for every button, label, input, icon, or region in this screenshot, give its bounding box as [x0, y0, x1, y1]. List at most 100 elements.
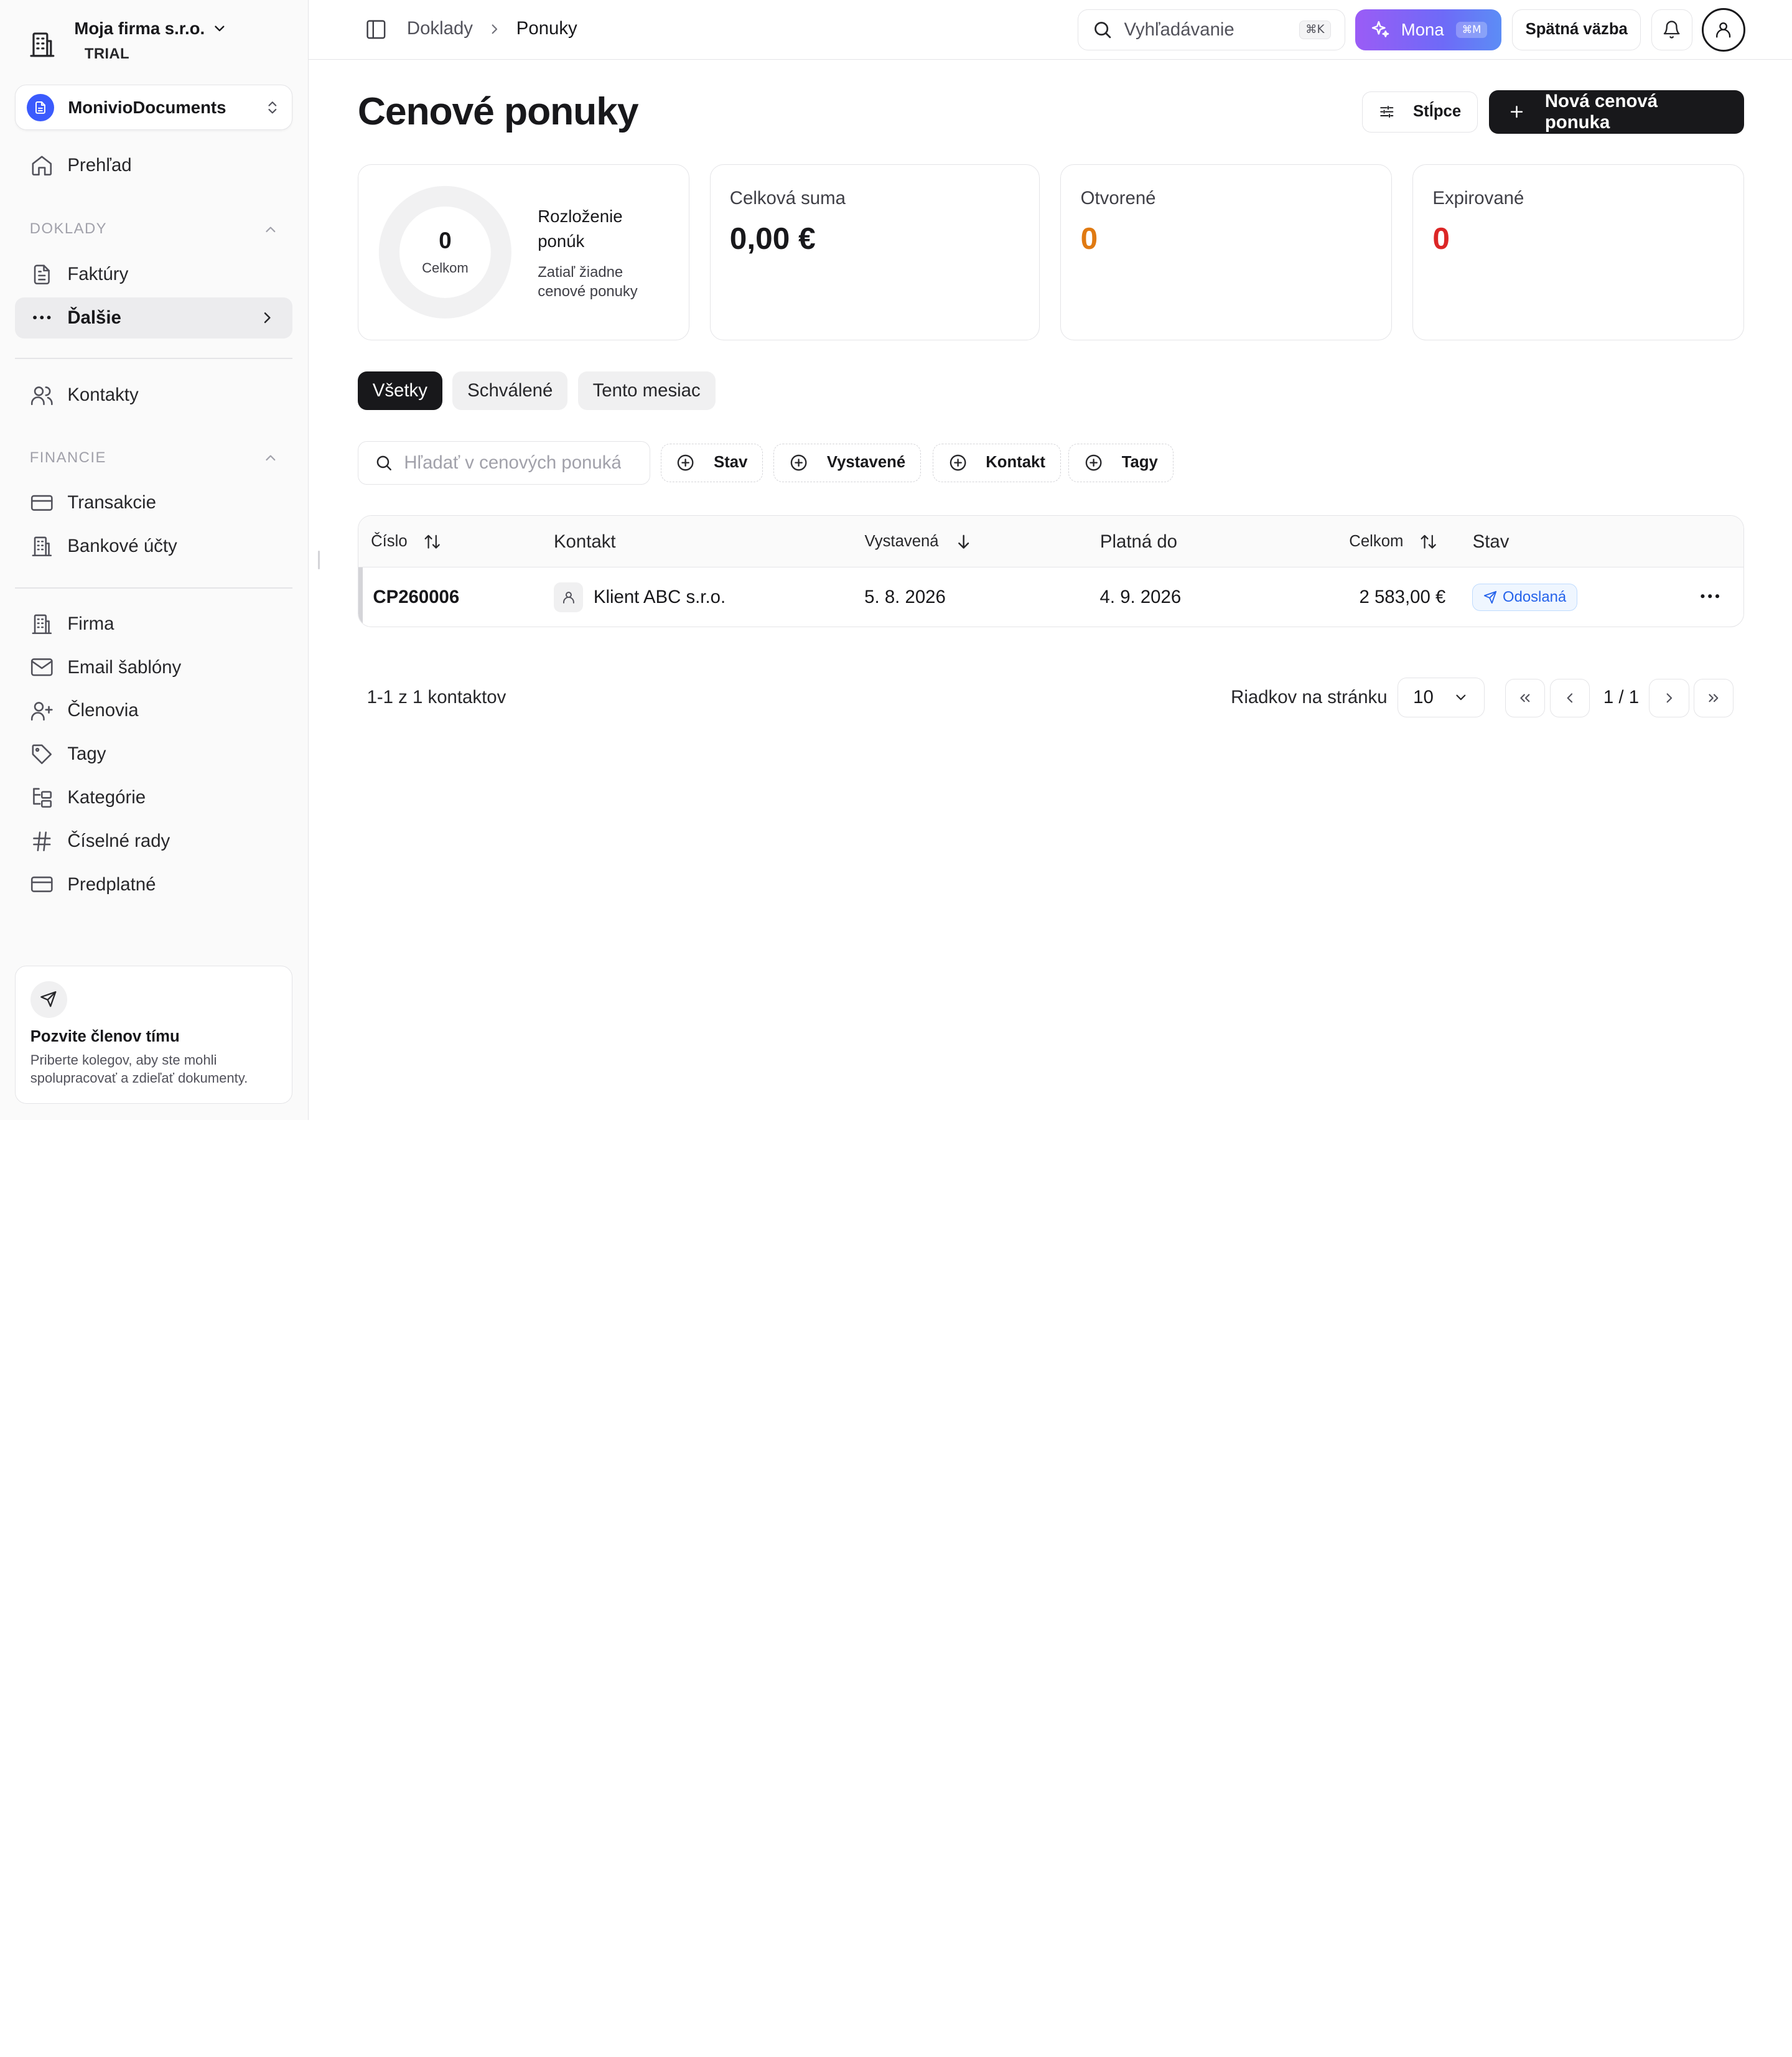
cell-contact[interactable]: Klient ABC s.r.o.: [553, 567, 726, 627]
sort-icon: [424, 534, 441, 549]
chevron-right-icon: [492, 24, 498, 34]
sidebar-item-company[interactable]: Firma: [15, 604, 292, 645]
chevron-up-icon: [266, 226, 276, 232]
filter-status[interactable]: Stav: [660, 443, 763, 483]
distribution-card: 0 Celkom Rozloženie ponúk Zatiaľ žiadne …: [357, 164, 689, 341]
notifications-button[interactable]: [1651, 9, 1693, 50]
sidebar-item-subscription[interactable]: Predplatné: [15, 864, 292, 905]
credit-card-icon: [30, 495, 53, 511]
distribution-description: Zatiaľ žiadne cenové ponuky: [538, 263, 638, 300]
donut-chart: 0 Celkom: [378, 185, 513, 320]
plus-circle-icon: [791, 454, 807, 471]
prev-page-button[interactable]: [1549, 678, 1590, 718]
rows-per-page-label: Riadkov na stránku: [1231, 686, 1388, 707]
quote-search-input[interactable]: [404, 452, 622, 473]
donut-label: Celkom: [422, 259, 469, 276]
new-quote-label: Nová cenová ponuka: [1544, 90, 1658, 133]
row-actions-icon[interactable]: [1697, 584, 1722, 609]
invite-card[interactable]: Pozvite členov tímu Priberte kolegov, ab…: [14, 966, 293, 1104]
sidebar-item-tags[interactable]: Tagy: [15, 734, 292, 775]
sidebar-item-label: Kontakty: [67, 385, 139, 406]
sidebar-item-categories[interactable]: Kategórie: [15, 777, 292, 818]
company-switcher[interactable]: Moja firma s.r.o. TRIAL: [27, 16, 228, 63]
hash-icon: [32, 831, 51, 851]
sort-icon: [1421, 534, 1436, 549]
expired-value: 0: [1432, 220, 1450, 256]
status-label: Odoslaná: [1503, 588, 1567, 605]
breadcrumb: Doklady Ponuky: [407, 18, 577, 39]
header-issued[interactable]: Vystavená: [865, 516, 973, 567]
tab-this-month[interactable]: Tento mesiac: [577, 371, 716, 411]
filter-issued[interactable]: Vystavené: [773, 443, 921, 483]
user-avatar[interactable]: [1701, 7, 1745, 52]
ai-assistant-button[interactable]: Mona ⌘M: [1355, 9, 1502, 50]
breadcrumb-current: Ponuky: [516, 18, 577, 39]
donut-value: 0: [439, 228, 452, 254]
filter-contact[interactable]: Kontakt: [932, 443, 1061, 483]
sidebar-item-label: Email šablóny: [67, 656, 182, 678]
user-icon: [1716, 22, 1731, 38]
filter-tabs: Všetky Schválené Tento mesiac: [357, 371, 716, 411]
send-icon: [1483, 590, 1496, 604]
building-icon: [32, 536, 52, 556]
columns-button[interactable]: Stĺpce: [1362, 91, 1478, 133]
header-label: Stav: [1472, 531, 1510, 552]
page-indicator: 1 / 1: [1603, 686, 1640, 707]
header-valid-until[interactable]: Platná do: [1100, 516, 1177, 567]
chevron-left-icon: [1567, 693, 1572, 703]
sidebar-item-email-templates[interactable]: Email šablóny: [15, 647, 292, 688]
table-row[interactable]: CP260006 Klient ABC s.r.o. 5. 8. 2026 4.…: [358, 567, 1743, 627]
sidebar-item-contacts[interactable]: Kontakty: [15, 375, 292, 416]
quote-search: [357, 441, 651, 485]
sidebar-item-bank-accounts[interactable]: Bankové účty: [15, 526, 292, 567]
rows-per-page-select[interactable]: 10: [1398, 678, 1485, 718]
tab-approved[interactable]: Schválené: [452, 371, 568, 411]
sidebar-item-more[interactable]: Ďalšie: [14, 297, 293, 338]
sidebar-item-label: Firma: [67, 613, 114, 634]
chevrons-up-down-icon: [268, 101, 277, 114]
company-name: Moja firma s.r.o.: [74, 18, 205, 38]
sidebar-item-transactions[interactable]: Transakcie: [15, 482, 292, 523]
sidebar-item-label: Ďalšie: [67, 307, 121, 328]
building-icon: [30, 32, 55, 57]
open-value: 0: [1080, 220, 1098, 256]
main-content: Doklady Ponuky Vyhľadávanie ⌘K Mona ⌘M S…: [308, 0, 1792, 1120]
breadcrumb-parent[interactable]: Doklady: [407, 18, 473, 39]
more-horizontal-icon: [32, 315, 51, 320]
feedback-button[interactable]: Spätná väzba: [1511, 9, 1641, 50]
section-financie[interactable]: FINANCIE: [30, 449, 279, 467]
workspace-selector[interactable]: MonivioDocuments: [14, 84, 293, 131]
sidebar-item-members[interactable]: Členovia: [15, 690, 292, 731]
header-status[interactable]: Stav: [1473, 516, 1510, 567]
header-contact[interactable]: Kontakt: [554, 516, 616, 567]
expired-title: Expirované: [1432, 188, 1524, 209]
tab-all[interactable]: Všetky: [357, 371, 442, 411]
header-total[interactable]: Celkom: [1349, 516, 1437, 567]
sidebar-item-invoices[interactable]: Faktúry: [15, 254, 292, 295]
cell-number[interactable]: CP260006: [373, 567, 459, 627]
distribution-title: Rozloženie ponúk: [538, 206, 623, 251]
send-icon: [30, 981, 67, 1018]
sidebar-item-overview[interactable]: Prehľad: [15, 145, 292, 186]
contact-name: Klient ABC s.r.o.: [593, 586, 726, 607]
plus-circle-icon: [1085, 454, 1102, 471]
cell-valid-until: 4. 9. 2026: [1099, 586, 1182, 607]
sidebar-toggle-icon[interactable]: [365, 18, 388, 41]
header-label: Platná do: [1099, 531, 1178, 552]
sidebar-item-label: Prehľad: [67, 155, 132, 176]
new-quote-button[interactable]: Nová cenová ponuka: [1489, 90, 1744, 134]
user-icon: [553, 582, 584, 612]
app-root: Moja firma s.r.o. TRIAL MonivioDocuments…: [0, 0, 1792, 1120]
header-number[interactable]: Číslo: [371, 516, 442, 567]
section-doklady[interactable]: DOKLADY: [30, 220, 279, 238]
global-search[interactable]: Vyhľadávanie ⌘K: [1078, 9, 1345, 50]
user-plus-icon: [30, 702, 53, 721]
last-page-button[interactable]: [1693, 678, 1734, 718]
section-label: DOKLADY: [29, 220, 108, 238]
chevron-down-icon: [215, 26, 225, 32]
filter-tags[interactable]: Tagy: [1068, 443, 1174, 483]
next-page-button[interactable]: [1649, 678, 1689, 718]
total-value: 0,00 €: [729, 220, 816, 256]
sidebar-item-number-series[interactable]: Číselné rady: [15, 821, 292, 862]
first-page-button[interactable]: [1505, 678, 1546, 718]
